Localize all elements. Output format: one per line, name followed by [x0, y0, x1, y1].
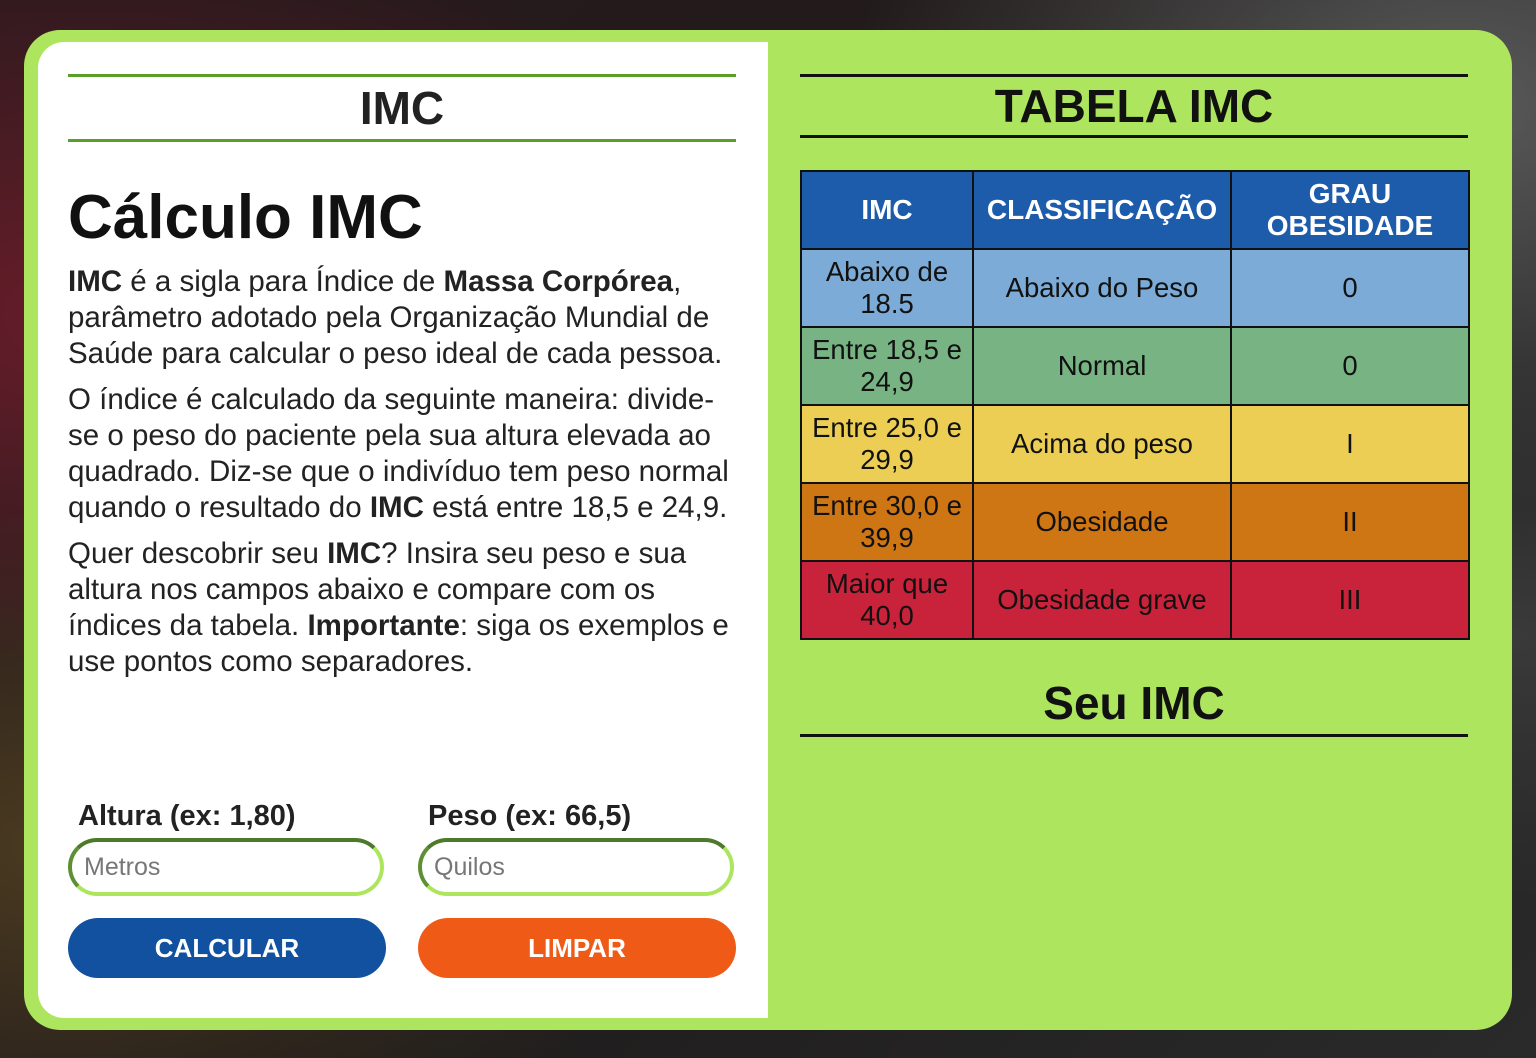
imc-range-cell: Abaixo de 18.5: [800, 248, 974, 328]
clear-button[interactable]: LIMPAR: [418, 918, 736, 978]
grade-cell: 0: [1230, 248, 1470, 328]
main-card: IMC Cálculo IMC IMC é a sigla para Índic…: [24, 30, 1512, 1030]
bold-term: Importante: [307, 609, 460, 642]
height-input[interactable]: [68, 838, 384, 896]
calculate-button[interactable]: CALCULAR: [68, 918, 386, 978]
imc-range-cell: Entre 25,0 e 29,9: [800, 404, 974, 484]
bold-term: IMC: [68, 265, 123, 298]
bold-term: IMC: [327, 537, 382, 570]
info-panel: IMC Cálculo IMC IMC é a sigla para Índic…: [38, 42, 768, 1018]
grade-cell: III: [1230, 560, 1470, 640]
intro-paragraph-2: O índice é calculado da seguinte maneira…: [68, 382, 740, 526]
text-span: Quer descobrir seu: [68, 537, 328, 570]
table-row: Abaixo de 18.5 Abaixo do Peso 0: [800, 248, 1470, 328]
intro-paragraph-1: IMC é a sigla para Índice de Massa Corpó…: [68, 264, 740, 372]
column-header-imc: IMC: [800, 170, 974, 250]
bold-term: Massa Corpórea: [443, 265, 674, 298]
imc-range-cell: Entre 18,5 e 24,9: [800, 326, 974, 406]
table-row: Entre 25,0 e 29,9 Acima do peso I: [800, 404, 1470, 484]
panel-header: IMC: [68, 74, 736, 142]
imc-range-cell: Entre 30,0 e 39,9: [800, 482, 974, 562]
intro-paragraph-3: Quer descobrir seu IMC? Insira seu peso …: [68, 536, 740, 680]
bold-term: IMC: [369, 491, 424, 524]
grade-cell: I: [1230, 404, 1470, 484]
weight-label: Peso (ex: 66,5): [428, 800, 632, 832]
table-row: Maior que 40,0 Obesidade grave III: [800, 560, 1470, 640]
height-label: Altura (ex: 1,80): [78, 800, 296, 832]
grade-cell: 0: [1230, 326, 1470, 406]
classification-cell: Obesidade grave: [972, 560, 1232, 640]
table-header-row: IMC CLASSIFICAÇÃO GRAU OBESIDADE: [800, 170, 1470, 250]
classification-cell: Normal: [972, 326, 1232, 406]
weight-input[interactable]: [418, 838, 734, 896]
text-span: está entre 18,5 e 24,9.: [423, 491, 728, 524]
intro-text: IMC é a sigla para Índice de Massa Corpó…: [68, 264, 740, 690]
classification-cell: Obesidade: [972, 482, 1232, 562]
grade-cell: II: [1230, 482, 1470, 562]
classification-cell: Acima do peso: [972, 404, 1232, 484]
page-title: Cálculo IMC: [68, 183, 423, 252]
text-span: é a sigla para Índice de: [122, 265, 444, 298]
column-header-grade: GRAU OBESIDADE: [1230, 170, 1470, 250]
imc-range-cell: Maior que 40,0: [800, 560, 974, 640]
imc-table: IMC CLASSIFICAÇÃO GRAU OBESIDADE Abaixo …: [800, 170, 1470, 640]
table-row: Entre 30,0 e 39,9 Obesidade II: [800, 482, 1470, 562]
classification-cell: Abaixo do Peso: [972, 248, 1232, 328]
column-header-classification: CLASSIFICAÇÃO: [972, 170, 1232, 250]
result-header: Seu IMC: [800, 672, 1468, 737]
table-header: TABELA IMC: [800, 74, 1468, 138]
table-row: Entre 18,5 e 24,9 Normal 0: [800, 326, 1470, 406]
